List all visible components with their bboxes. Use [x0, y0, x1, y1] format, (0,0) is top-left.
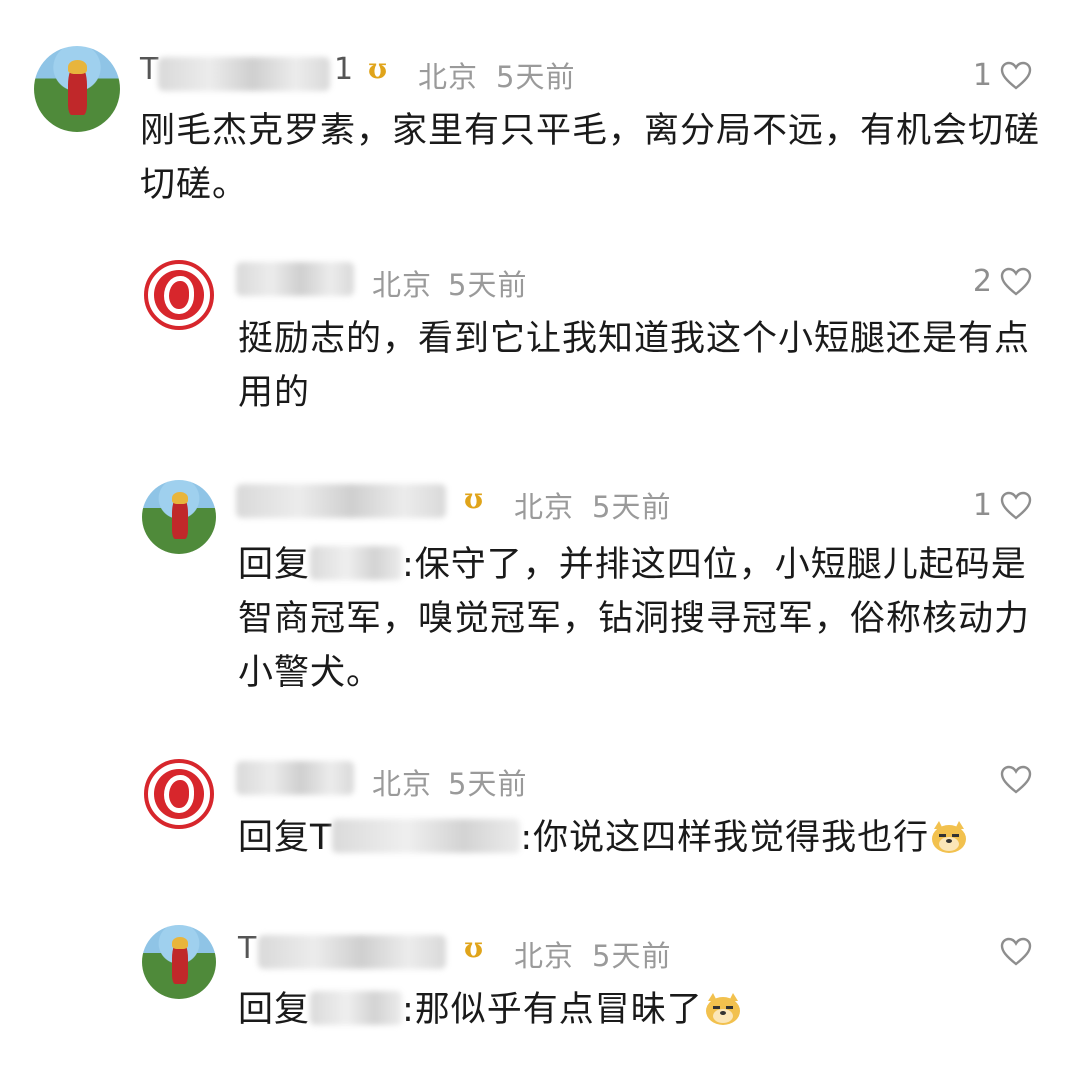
- username-tail: 1: [334, 52, 354, 87]
- like-count: 1: [972, 58, 992, 93]
- username-redacted[interactable]: [236, 484, 446, 518]
- like-button[interactable]: [1000, 937, 1032, 967]
- like-button[interactable]: 1: [973, 58, 1032, 93]
- location-label: 北京: [514, 939, 575, 973]
- like-button[interactable]: [1000, 765, 1032, 795]
- vip-badge-icon: ʊ: [464, 482, 484, 515]
- location-label: 北京: [372, 767, 433, 801]
- username-redacted[interactable]: [236, 761, 354, 795]
- username-initial: T: [238, 931, 257, 966]
- username-initial: T: [140, 52, 159, 87]
- heart-outline-icon: [1000, 937, 1032, 966]
- comment-text: 回复 :那似乎有点冒昧了: [238, 983, 1038, 1037]
- avatar[interactable]: [144, 759, 214, 829]
- vip-badge-icon: ʊ: [464, 931, 484, 964]
- like-count: 2: [972, 264, 992, 299]
- comment-text: 回复:保守了，并排这四位，小短腿儿起码是智商冠军，嗅觉冠军，钻洞搜寻冠军，俗称核…: [238, 538, 1038, 700]
- comment-item: T 1 ʊ 北京 5天前 1 刚毛杰克罗素，家里有只平毛，离分局不远，有机会切磋…: [0, 0, 1080, 230]
- time-label: 5天前: [592, 490, 672, 524]
- time-label: 5天前: [496, 60, 576, 94]
- location-label: 北京: [514, 490, 575, 524]
- reply-item: 北京 5天前 回复T :你说这四样我觉得我也行: [0, 745, 1080, 885]
- comment-text: 刚毛杰克罗素，家里有只平毛，离分局不远，有机会切磋切磋。: [140, 111, 1041, 205]
- like-count: 1: [972, 488, 992, 523]
- reply-prefix: 回复: [238, 990, 311, 1030]
- doge-emoji-icon: [932, 821, 967, 853]
- reply-target-redacted[interactable]: [310, 991, 403, 1025]
- reply-target-redacted[interactable]: [310, 546, 403, 580]
- reply-item: T ʊ 北京 5天前 回复 :那似乎有点冒昧了: [0, 915, 1080, 1045]
- avatar[interactable]: [34, 46, 120, 132]
- avatar[interactable]: [142, 925, 216, 999]
- location-label: 北京: [418, 60, 479, 94]
- time-label: 5天前: [592, 939, 672, 973]
- comment-text: 挺励志的，看到它让我知道我这个小短腿还是有点用的: [238, 319, 1031, 413]
- username-redacted[interactable]: [158, 57, 330, 91]
- heart-outline-icon: [1000, 61, 1032, 90]
- vip-badge-icon: ʊ: [368, 52, 388, 85]
- like-button[interactable]: 1: [973, 488, 1032, 523]
- reply-body: :那似乎有点冒昧了: [402, 990, 703, 1030]
- username-redacted[interactable]: [258, 935, 446, 969]
- heart-outline-icon: [1000, 765, 1032, 794]
- doge-emoji-icon: [705, 993, 740, 1025]
- heart-outline-icon: [1000, 267, 1032, 296]
- reply-prefix: 回复: [238, 545, 311, 585]
- reply-target-redacted[interactable]: [332, 819, 521, 853]
- username-redacted[interactable]: [236, 262, 354, 296]
- location-label: 北京: [372, 268, 433, 302]
- reply-item: ʊ 北京 5天前 1 回复:保守了，并排这四位，小短腿儿起码是智商冠军，嗅觉冠军…: [0, 470, 1080, 720]
- reply-item: 北京 5天前 2 挺励志的，看到它让我知道我这个小短腿还是有点用的: [0, 240, 1080, 440]
- like-button[interactable]: 2: [973, 264, 1032, 299]
- avatar[interactable]: [144, 260, 214, 330]
- reply-prefix: 回复T: [238, 818, 333, 858]
- heart-outline-icon: [1000, 491, 1032, 520]
- time-label: 5天前: [448, 767, 528, 801]
- reply-body: :你说这四样我觉得我也行: [520, 818, 930, 858]
- time-label: 5天前: [448, 268, 528, 302]
- avatar[interactable]: [142, 480, 216, 554]
- comment-text: 回复T :你说这四样我觉得我也行: [238, 811, 1038, 865]
